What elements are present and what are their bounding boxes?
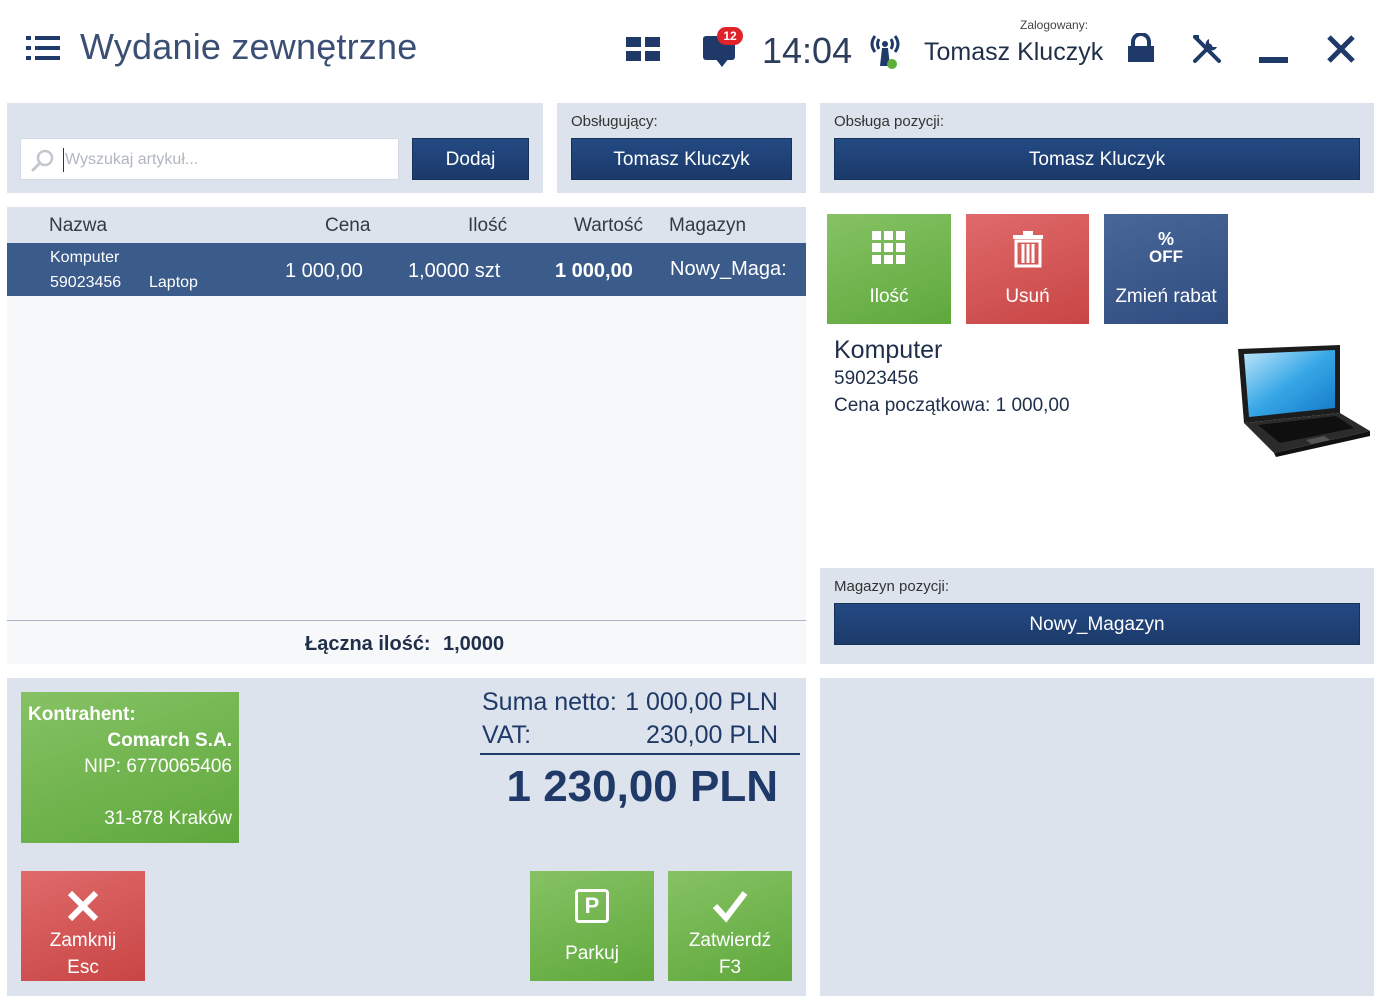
- confirm-button[interactable]: Zatwierdź F3: [668, 871, 792, 981]
- vat-value: 230,00 PLN: [645, 721, 778, 749]
- detail-name: Komputer: [834, 336, 943, 364]
- net-value: 1 000,00 PLN: [625, 688, 778, 716]
- close-esc-button[interactable]: Zamknij Esc: [21, 871, 145, 981]
- discount-label: Zmień rabat: [1115, 286, 1217, 307]
- confirm-label: Zatwierdź: [688, 930, 772, 951]
- col-name[interactable]: Nazwa: [49, 215, 107, 237]
- confirm-key: F3: [718, 957, 742, 978]
- quantity-button[interactable]: Ilość: [827, 214, 951, 324]
- row-warehouse: Nowy_Maga:: [670, 258, 787, 280]
- contractor-name: Comarch S.A.: [107, 730, 232, 751]
- col-warehouse[interactable]: Magazyn: [669, 215, 746, 237]
- clock: 14:04: [762, 30, 853, 71]
- warehouse-label: Magazyn pozycji:: [834, 578, 950, 595]
- logged-user[interactable]: Tomasz Kluczyk: [924, 38, 1103, 67]
- col-price[interactable]: Cena: [325, 215, 370, 237]
- messages-icon[interactable]: 12: [703, 27, 743, 67]
- close-icon[interactable]: [1325, 33, 1357, 65]
- keypad-icon: [872, 231, 905, 264]
- contractor-city: 31-878 Kraków: [104, 808, 232, 829]
- item-operator-label: Obsługa pozycji:: [834, 113, 945, 130]
- totals-divider: [480, 753, 800, 755]
- quantity-label: Ilość: [869, 286, 909, 307]
- col-quantity[interactable]: Ilość: [468, 215, 507, 237]
- delete-button[interactable]: Usuń: [966, 214, 1089, 324]
- initial-price-label: Cena początkowa:: [834, 395, 991, 416]
- table-body: [7, 296, 806, 620]
- minimize-icon[interactable]: [1259, 57, 1288, 63]
- search-input-box[interactable]: [20, 138, 399, 180]
- col-value[interactable]: Wartość: [574, 215, 643, 237]
- search-input[interactable]: [65, 145, 385, 175]
- close-x-icon: [67, 890, 99, 922]
- discount-icon: % OFF: [1146, 230, 1186, 268]
- row-price: 1 000,00: [285, 260, 363, 282]
- row-value: 1 000,00: [555, 260, 633, 282]
- net-label: Suma netto:: [482, 688, 617, 716]
- row-quantity: 1,0000 szt: [408, 260, 501, 282]
- row-name: Komputer: [50, 249, 120, 266]
- total-qty-label: Łączna ilość:: [305, 633, 431, 655]
- park-icon: P: [575, 889, 609, 923]
- change-discount-button[interactable]: % OFF Zmień rabat: [1104, 214, 1228, 324]
- checkmark-icon: [712, 891, 748, 923]
- park-label: Parkuj: [565, 943, 619, 964]
- row-category: Laptop: [149, 274, 198, 291]
- search-icon: [31, 149, 54, 172]
- discount-icon-off: OFF: [1149, 247, 1183, 266]
- page-title: Wydanie zewnętrzne: [80, 26, 418, 67]
- logged-label: Zalogowany:: [1020, 18, 1089, 32]
- menu-icon[interactable]: [26, 36, 60, 60]
- notifications-badge: 12: [717, 27, 743, 45]
- item-operator-button[interactable]: Tomasz Kluczyk: [834, 138, 1360, 180]
- contractor-tile[interactable]: Kontrahent: Comarch S.A. NIP: 6770065406…: [21, 692, 239, 843]
- total-qty-value: 1,0000: [443, 633, 505, 655]
- table-row[interactable]: Komputer 59023456 Laptop 1 000,00 1,0000…: [7, 243, 806, 296]
- discount-icon-percent: %: [1157, 229, 1174, 249]
- detail-initial-price: Cena początkowa: 1 000,00: [834, 395, 1070, 417]
- warehouse-button[interactable]: Nowy_Magazyn: [834, 603, 1360, 645]
- park-button[interactable]: P Parkuj: [530, 871, 654, 981]
- grand-total: 1 230,00 PLN: [506, 762, 779, 811]
- empty-panel: [820, 678, 1374, 996]
- row-code: 59023456: [50, 274, 122, 291]
- lock-icon[interactable]: [1126, 32, 1156, 63]
- operator-label: Obsługujący:: [571, 113, 658, 130]
- initial-price-value: 1 000,00: [995, 395, 1070, 416]
- vat-label: VAT:: [482, 721, 532, 749]
- tiles-icon[interactable]: [626, 37, 660, 61]
- contractor-label: Kontrahent:: [28, 704, 136, 725]
- detail-code: 59023456: [834, 368, 919, 389]
- tools-icon[interactable]: [1190, 32, 1224, 66]
- signal-icon: [866, 30, 904, 70]
- trash-icon: [1012, 231, 1043, 268]
- close-label: Zamknij: [49, 930, 117, 951]
- operator-button[interactable]: Tomasz Kluczyk: [571, 138, 792, 180]
- delete-label: Usuń: [1005, 286, 1050, 307]
- contractor-nip: NIP: 6770065406: [84, 756, 232, 777]
- laptop-image: [1238, 345, 1370, 457]
- close-key: Esc: [67, 957, 99, 978]
- total-quantity: Łączna ilość: 1,0000: [7, 620, 806, 664]
- add-button[interactable]: Dodaj: [412, 138, 529, 180]
